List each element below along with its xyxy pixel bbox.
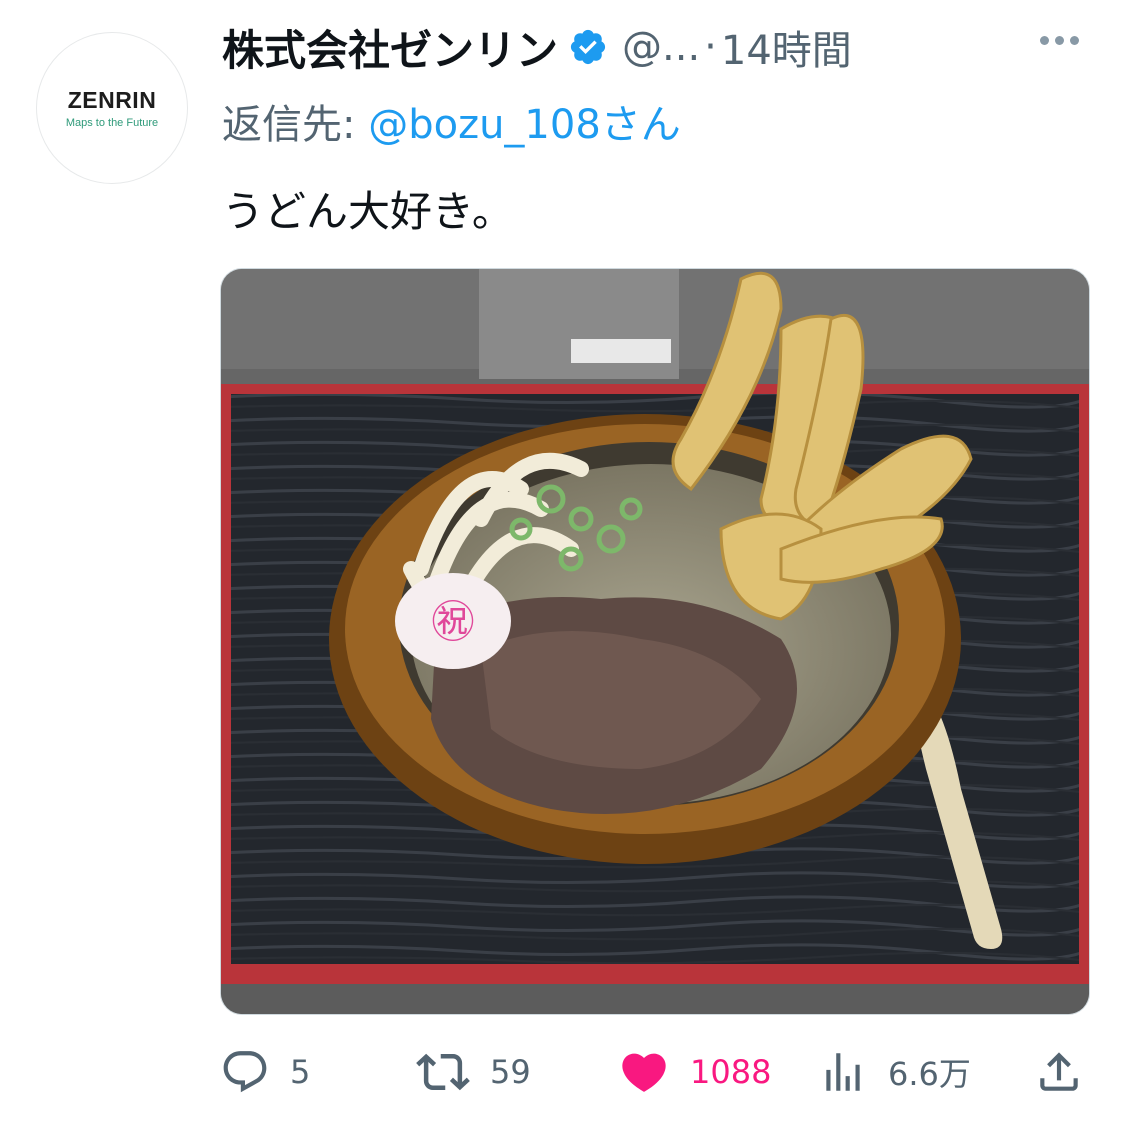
heart-icon <box>622 1053 666 1092</box>
tweet-header: 株式会社ゼンリン @... · 14時間 <box>222 16 852 78</box>
reply-count: 5 <box>290 1053 311 1091</box>
author-name[interactable]: 株式会社ゼンリン <box>222 17 558 78</box>
views-icon <box>826 1053 860 1091</box>
tweet-photo[interactable]: ㊗ <box>220 268 1090 1015</box>
retweet-button[interactable]: 59 <box>416 1040 531 1104</box>
like-count: 1088 <box>690 1053 772 1091</box>
avatar-logo-text: ZENRIN <box>67 87 157 113</box>
avatar-logo-tagline: Maps to the Future <box>65 117 159 129</box>
reply-prefix: 返信先: <box>222 102 356 148</box>
share-icon <box>1040 1052 1078 1091</box>
timestamp[interactable]: 14時間 <box>721 18 852 76</box>
reply-to-mention[interactable]: @bozu_108さん <box>368 102 681 148</box>
more-icon[interactable] <box>1040 36 1079 45</box>
verified-badge-icon[interactable] <box>568 27 608 67</box>
kamaboko-mark: ㊗ <box>431 597 475 648</box>
reply-button[interactable]: 5 <box>220 1040 310 1104</box>
retweet-icon <box>416 1053 470 1091</box>
author-handle[interactable]: @... <box>622 24 700 70</box>
avatar[interactable]: ZENRIN Maps to the Future <box>36 32 188 184</box>
share-button[interactable] <box>1034 1040 1084 1104</box>
tweet-actions: 5 59 1088 6.6万 <box>220 1040 1088 1104</box>
views-button[interactable]: 6.6万 <box>818 1040 971 1104</box>
tweet-text: うどん大好き。 <box>222 187 514 236</box>
separator-dot: · <box>704 24 717 70</box>
reply-icon <box>223 1051 267 1093</box>
view-count: 6.6万 <box>888 1055 971 1093</box>
reply-context: 返信先: @bozu_108さん <box>222 92 681 150</box>
retweet-count: 59 <box>490 1053 531 1091</box>
like-button[interactable]: 1088 <box>618 1040 771 1104</box>
